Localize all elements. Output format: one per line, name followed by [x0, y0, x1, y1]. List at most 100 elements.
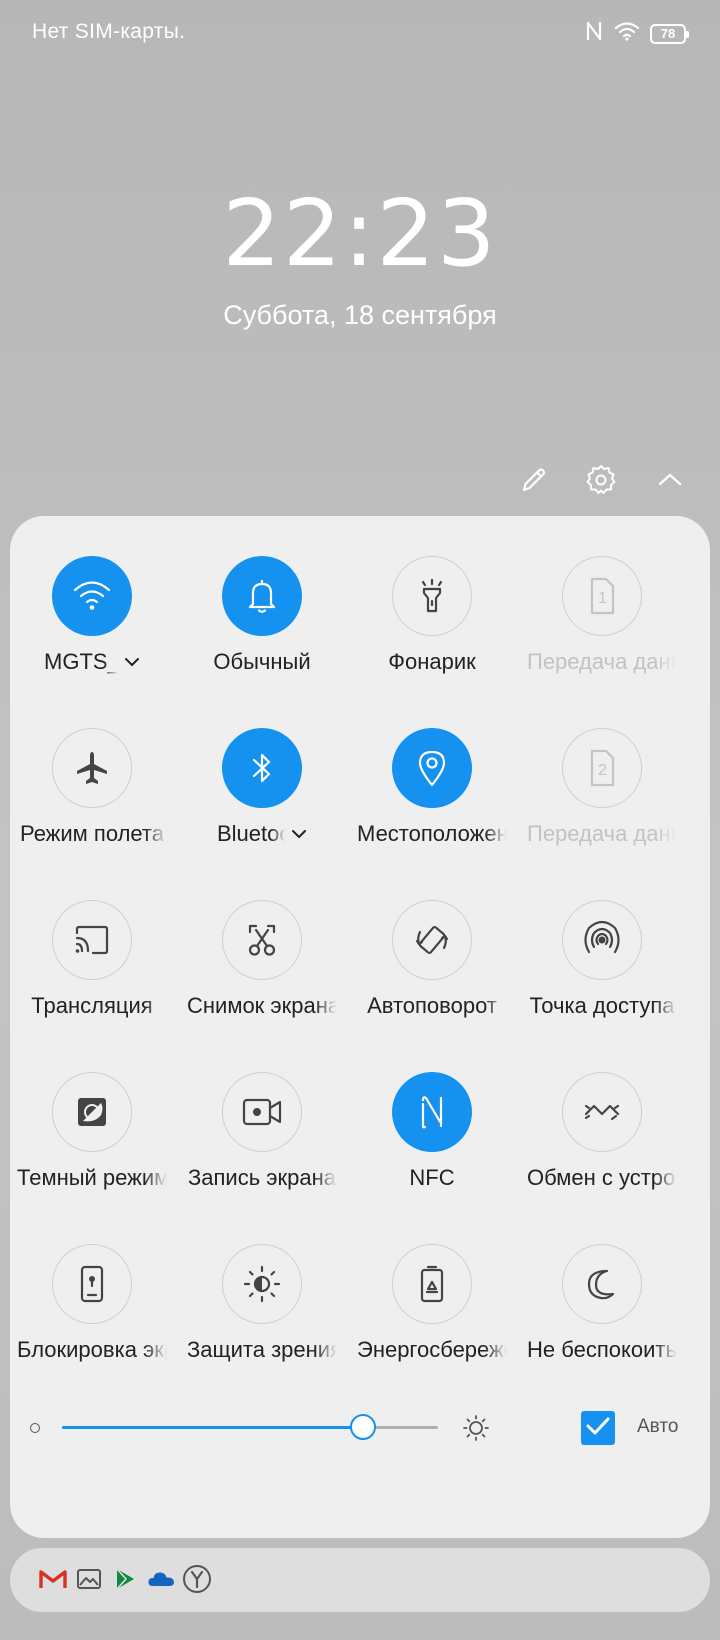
brightness-low-icon: [30, 1423, 40, 1433]
tile-hotspot-button[interactable]: [562, 900, 642, 980]
tile-flashlight-label: Фонарик: [388, 649, 476, 674]
bell-icon: [244, 577, 280, 615]
tile-nfc-button[interactable]: [392, 1072, 472, 1152]
auto-brightness-checkbox[interactable]: [581, 1411, 615, 1445]
tile-sim1-label: Передача данных: [527, 649, 677, 674]
lockscreen-date: Суббота, 18 сентября: [223, 300, 497, 330]
screen-record-icon: [241, 1095, 283, 1129]
wifi-icon: [72, 579, 112, 613]
tile-hotspot[interactable]: Точка доступа: [520, 860, 690, 1040]
gallery-icon: [74, 1564, 104, 1594]
quick-settings-header: [0, 460, 720, 510]
tile-lock-screen-button[interactable]: [52, 1244, 132, 1324]
tile-sim1[interactable]: 1 Передача данных: [520, 516, 690, 696]
collapse-button[interactable]: [648, 460, 692, 504]
tile-scissors[interactable]: Снимок экрана: [180, 860, 350, 1040]
brightness-row: Авто: [10, 1396, 710, 1466]
eye-comfort-icon: [242, 1264, 282, 1304]
tile-wifi-label: MGTS_: [17, 649, 167, 675]
tile-flashlight-button[interactable]: [392, 556, 472, 636]
tile-battery-saver[interactable]: Энергосбережение: [350, 1204, 520, 1384]
nfc-icon: [415, 1092, 449, 1132]
tile-lock-screen[interactable]: Блокировка экрана: [10, 1204, 180, 1384]
gear-icon: [584, 463, 618, 502]
tile-bell-button[interactable]: [222, 556, 302, 636]
tile-flashlight[interactable]: Фонарик: [350, 516, 520, 696]
tile-eye-comfort[interactable]: Защита зрения: [180, 1204, 350, 1384]
chevron-down-icon[interactable]: [124, 654, 140, 670]
tile-nfc-label: NFC: [409, 1165, 455, 1190]
tile-bluetooth-button[interactable]: [222, 728, 302, 808]
cloud-icon: [146, 1564, 176, 1594]
dark-mode-icon: [74, 1094, 110, 1130]
tile-scissors-label: Снимок экрана: [187, 993, 337, 1018]
scissors-icon: [243, 921, 281, 959]
tile-location-label: Местоположение: [357, 821, 507, 846]
tile-eye-comfort-button[interactable]: [222, 1244, 302, 1324]
tile-bluetooth-label-text: Bluetooth: [217, 821, 285, 846]
tile-moon-button[interactable]: [562, 1244, 642, 1324]
status-bar: Нет SIM-карты. 78: [0, 0, 720, 70]
tile-sim1-button[interactable]: 1: [562, 556, 642, 636]
settings-button[interactable]: [579, 460, 623, 504]
brightness-slider-fill: [62, 1426, 363, 1429]
tile-autorotate[interactable]: Автоповорот: [350, 860, 520, 1040]
tile-airplane-button[interactable]: [52, 728, 132, 808]
tile-location-button[interactable]: [392, 728, 472, 808]
brightness-high-icon: [462, 1414, 490, 1442]
tile-moon[interactable]: Не беспокоить: [520, 1204, 690, 1384]
sim1-icon: 1: [585, 576, 619, 616]
autorotate-icon: [412, 920, 452, 960]
tile-share-button[interactable]: [562, 1072, 642, 1152]
tile-location[interactable]: Местоположение: [350, 688, 520, 868]
tile-sim2-button[interactable]: 2: [562, 728, 642, 808]
tile-airplane-label: Режим полета: [19, 821, 164, 846]
tile-battery-saver-label: Энергосбережение: [357, 1337, 507, 1362]
tile-wifi[interactable]: MGTS_: [10, 516, 180, 696]
chevron-down-icon[interactable]: [291, 826, 307, 842]
pencil-icon: [518, 464, 550, 501]
tile-cast-button[interactable]: [52, 900, 132, 980]
hotspot-icon: [582, 920, 622, 960]
tile-autorotate-label: Автоповорот: [367, 993, 497, 1018]
tile-bell[interactable]: Обычный: [180, 516, 350, 696]
play-store-icon: [110, 1564, 140, 1594]
tile-dark-mode-button[interactable]: [52, 1072, 132, 1152]
tile-cast-label: Трансляция: [31, 993, 153, 1018]
tile-share-label: Обмен с устройствами: [527, 1165, 677, 1190]
flashlight-icon: [414, 576, 450, 616]
tile-airplane[interactable]: Режим полета: [10, 688, 180, 868]
nfc-icon: [584, 20, 604, 47]
location-icon: [415, 748, 449, 788]
tile-cast[interactable]: Трансляция: [10, 860, 180, 1040]
tile-battery-saver-button[interactable]: [392, 1244, 472, 1324]
tile-sim2[interactable]: 2 Передача данных: [520, 688, 690, 868]
tile-screen-record-button[interactable]: [222, 1072, 302, 1152]
tile-screen-record-label: Запись экрана: [187, 1165, 336, 1190]
tile-nfc[interactable]: NFC: [350, 1032, 520, 1212]
tile-wifi-button[interactable]: [52, 556, 132, 636]
notification-icons: [38, 1564, 212, 1594]
brightness-slider-thumb[interactable]: [349, 1414, 376, 1440]
tile-dark-mode[interactable]: Темный режим: [10, 1032, 180, 1212]
carrier-text: Нет SIM-карты.: [32, 20, 186, 43]
battery-level: 78: [660, 26, 676, 41]
brightness-slider[interactable]: [62, 1414, 438, 1440]
edit-button[interactable]: [512, 460, 556, 504]
wifi-icon: [614, 21, 640, 46]
moon-icon: [584, 1266, 620, 1302]
tile-autorotate-button[interactable]: [392, 900, 472, 980]
tile-scissors-button[interactable]: [222, 900, 302, 980]
checkmark-icon: [585, 1415, 611, 1442]
share-icon: [582, 1097, 622, 1127]
tile-share[interactable]: Обмен с устройствами: [520, 1032, 690, 1212]
gmail-icon: [38, 1564, 68, 1594]
notification-bar[interactable]: [10, 1548, 710, 1612]
status-icons: 78: [584, 20, 689, 47]
tile-screen-record[interactable]: Запись экрана: [180, 1032, 350, 1212]
tile-lock-screen-label: Блокировка экрана: [17, 1337, 167, 1362]
tile-sim2-label: Передача данных: [527, 821, 677, 846]
tile-bluetooth[interactable]: Bluetooth: [180, 688, 350, 868]
sim2-icon: 2: [585, 748, 619, 788]
battery-icon: 78: [650, 23, 689, 44]
